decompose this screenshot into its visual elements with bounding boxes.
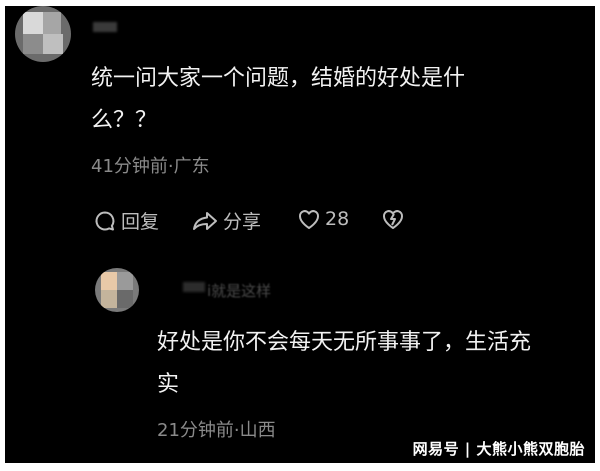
comment-text-line1: 统一问大家一个问题，结婚的好处是什 [91, 66, 466, 91]
reply-avatar[interactable] [95, 268, 139, 312]
heart-icon [296, 207, 322, 231]
reply-text: 好处是你不会每天无所事事了，生活充 实 [157, 322, 587, 406]
dislike-button[interactable] [380, 207, 406, 231]
like-button[interactable]: 28 [296, 207, 349, 231]
comment-text-line2: 么？？ [91, 108, 158, 133]
reply-username-blurred [183, 282, 205, 292]
comment-text: 统一问大家一个问题，结婚的好处是什 么？？ [91, 58, 561, 142]
reply-icon [93, 209, 117, 233]
reply-label: 回复 [121, 211, 160, 233]
reply-meta: 21分钟前·山西 [157, 420, 276, 441]
watermark: 网易号 | 大熊小熊双胞胎 [412, 440, 585, 458]
username-blurred [93, 22, 117, 32]
comment-meta: 41分钟前·广东 [91, 156, 210, 177]
comment-thread: 统一问大家一个问题，结婚的好处是什 么？？ 41分钟前·广东 回复 分享 28 … [5, 6, 595, 463]
like-count: 28 [325, 208, 350, 230]
reply-author-name: i就是这样 [207, 282, 272, 300]
share-button[interactable]: 分享 [191, 207, 261, 234]
broken-heart-icon [380, 207, 406, 231]
reply-text-line1: 好处是你不会每天无所事事了，生活充 [157, 330, 532, 355]
reply-button[interactable]: 回复 [93, 207, 159, 234]
share-icon [191, 209, 219, 233]
avatar[interactable] [15, 6, 71, 62]
reply-text-line2: 实 [157, 372, 180, 397]
share-label: 分享 [223, 211, 262, 233]
